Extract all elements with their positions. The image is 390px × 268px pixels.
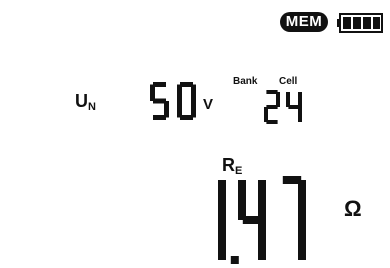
- segment-b: [276, 92, 280, 107]
- segment-g: [288, 105, 300, 109]
- segment-d: [266, 120, 278, 124]
- voltage-subscript: N: [88, 101, 96, 113]
- decimal-point: [230, 256, 239, 264]
- segment-c: [298, 107, 302, 122]
- segment-g: [266, 105, 278, 109]
- segment-b: [258, 180, 266, 220]
- segment-f: [177, 84, 182, 101]
- resistance-label: RE: [222, 155, 242, 177]
- memory-indicator: MEM: [280, 12, 328, 32]
- segment-b: [191, 84, 196, 101]
- resistance-symbol: R: [222, 155, 235, 175]
- digit-2: [264, 90, 280, 124]
- segment-c: [298, 220, 306, 260]
- segment-b: [298, 180, 306, 220]
- digit-5: [150, 82, 169, 120]
- segment-f: [286, 92, 290, 107]
- segment-c: [218, 220, 226, 260]
- segment-f: [238, 180, 246, 220]
- segment-e: [177, 101, 182, 118]
- voltage-label: UN: [75, 91, 96, 113]
- voltage-seven-segment: [150, 82, 196, 120]
- bank-label: Bank: [233, 76, 258, 87]
- segment-b: [218, 180, 226, 220]
- digit-0: [177, 82, 196, 120]
- segment-c: [258, 220, 266, 260]
- cell-label: Cell: [279, 76, 298, 87]
- segment-e: [264, 107, 268, 122]
- digit-1: [218, 180, 226, 260]
- resistance-seven-segment: [218, 176, 306, 264]
- digit-4: [286, 92, 302, 122]
- resistance-unit: Ω: [344, 196, 362, 221]
- voltage-symbol: U: [75, 91, 88, 111]
- digit-4: [238, 180, 266, 260]
- voltage-unit: V: [203, 96, 214, 113]
- resistance-value-display: 1.47: [198, 176, 313, 268]
- digit-7: [282, 176, 306, 260]
- cell-value-display: 24: [264, 90, 306, 126]
- segment-a: [266, 90, 278, 94]
- segment-d: [153, 115, 166, 120]
- voltage-value-display: 50: [150, 82, 200, 122]
- segment-b: [298, 92, 302, 107]
- cell-seven-segment: [264, 90, 302, 124]
- battery-icon: [337, 13, 383, 33]
